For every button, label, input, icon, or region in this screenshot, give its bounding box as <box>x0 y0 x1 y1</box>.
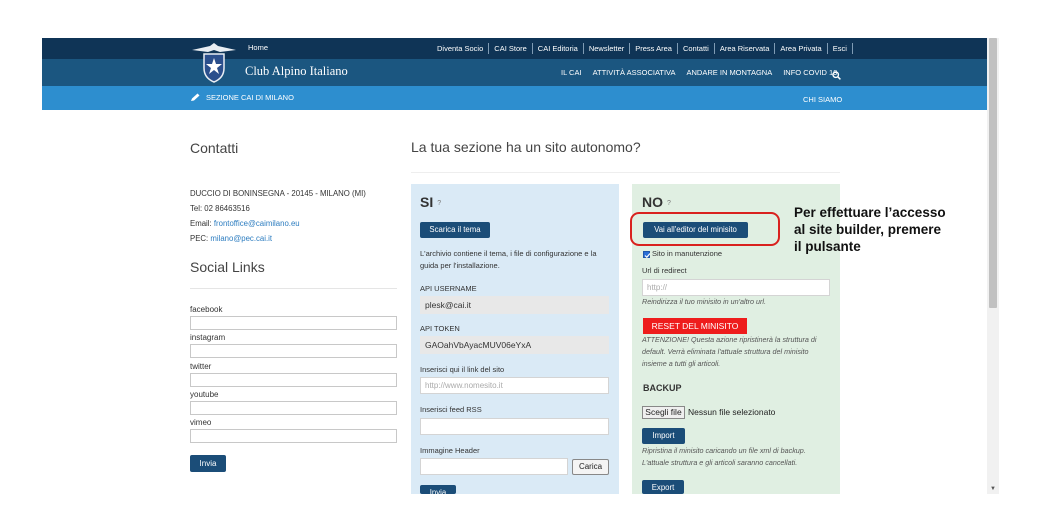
si-heading: SI? <box>420 194 441 210</box>
site-link-label: Inserisci qui il link del sito <box>420 365 505 374</box>
nav-cai-store[interactable]: CAI Store <box>489 43 533 54</box>
maintenance-checkbox[interactable] <box>643 251 651 259</box>
reset-warning: ATTENZIONE! Questa azione ripristinerà l… <box>642 334 816 370</box>
contact-address: DUCCIO DI BONINSEGNA - 20145 - MILANO (M… <box>190 189 366 198</box>
section-label: SEZIONE CAI DI MILANO <box>206 93 294 102</box>
pec-prefix: PEC: <box>190 234 211 243</box>
contact-email-row: Email: frontoffice@caimilano.eu <box>190 216 366 231</box>
section-title[interactable]: SEZIONE CAI DI MILANO <box>190 93 294 102</box>
api-username-value: plesk@cai.it <box>420 296 609 314</box>
import-hint-line: Ripristina il minisito caricando un file… <box>642 446 806 455</box>
home-link[interactable]: Home <box>248 43 268 52</box>
api-token-label: API TOKEN <box>420 324 460 333</box>
brand-name[interactable]: Club Alpino Italiano <box>245 64 348 79</box>
contatti-title: Contatti <box>190 140 239 156</box>
redirect-label: Url di redirect <box>642 266 687 275</box>
si-description-line: L'archivio contiene il tema, i file di c… <box>420 249 597 258</box>
warning-line: insieme a tutti gli articoli. <box>642 359 721 368</box>
scroll-down-arrow-icon[interactable]: ▼ <box>990 486 996 492</box>
maintenance-label[interactable]: Sito in manutenzione <box>652 248 722 260</box>
si-heading-text: SI <box>420 194 434 210</box>
header-image-label: Immagine Header <box>420 446 480 455</box>
nav-contatti[interactable]: Contatti <box>678 43 715 54</box>
site-link-input[interactable]: http://www.nomesito.it <box>420 377 609 394</box>
scrollbar[interactable]: ▼ <box>987 38 999 494</box>
si-description-line: guida per l'installazione. <box>420 261 500 270</box>
si-description: L'archivio contiene il tema, i file di c… <box>420 248 597 272</box>
reset-minisite-button[interactable]: RESET DEL MINISITO <box>643 318 747 334</box>
upload-button[interactable]: Carica <box>572 459 609 475</box>
callout-line: Per effettuare l’accesso <box>794 205 946 220</box>
section-bar <box>42 86 987 110</box>
chi-siamo-link[interactable]: CHI SIAMO <box>803 95 842 104</box>
contact-info: DUCCIO DI BONINSEGNA - 20145 - MILANO (M… <box>190 186 366 246</box>
import-button[interactable]: Import <box>642 428 685 444</box>
search-icon[interactable] <box>832 67 841 80</box>
email-link[interactable]: frontoffice@caimilano.eu <box>214 219 300 228</box>
instagram-input[interactable] <box>190 344 397 358</box>
redirect-hint: Reindirizza il tuo minisito in un'altro … <box>642 297 767 306</box>
facebook-input[interactable] <box>190 316 397 330</box>
nav-cai-editoria[interactable]: CAI Editoria <box>533 43 584 54</box>
file-status: Nessun file selezionato <box>688 407 776 417</box>
pencil-icon <box>190 93 201 102</box>
warning-line: ATTENZIONE! Questa azione ripristinerà l… <box>642 335 817 344</box>
page: Home Club Alpino Italiano Diventa Socio … <box>0 0 1042 530</box>
youtube-label: youtube <box>190 390 219 399</box>
vimeo-label: vimeo <box>190 418 212 427</box>
contact-tel: Tel: 02 86463516 <box>190 204 250 213</box>
no-heading-text: NO <box>642 194 663 210</box>
page-title: La tua sezione ha un sito autonomo? <box>411 139 641 155</box>
nav-diventa-socio[interactable]: Diventa Socio <box>437 43 490 54</box>
header-image-input[interactable] <box>420 458 568 475</box>
nav-info-covid[interactable]: INFO COVID 19 <box>783 68 837 77</box>
choose-file-button[interactable]: Scegli file <box>642 406 685 419</box>
cai-logo[interactable] <box>190 42 238 84</box>
twitter-label: twitter <box>190 362 212 371</box>
rss-label: Inserisci feed RSS <box>420 405 482 414</box>
divider <box>190 288 397 289</box>
instagram-label: instagram <box>190 333 226 342</box>
pec-link[interactable]: milano@pec.cai.it <box>210 234 272 243</box>
facebook-label: facebook <box>190 305 223 314</box>
nav-il-cai[interactable]: IL CAI <box>561 68 582 77</box>
divider <box>411 172 840 173</box>
redirect-input[interactable]: http:// <box>642 279 830 296</box>
callout-line: al site builder, premere <box>794 222 942 237</box>
warning-line: default. Verrà eliminata l'attuale strut… <box>642 347 809 356</box>
nav-andare-in-montagna[interactable]: ANDARE IN MONTAGNA <box>687 68 773 77</box>
contact-pec-row: PEC: milano@pec.cai.it <box>190 231 366 246</box>
si-submit-button[interactable]: Invia <box>420 485 456 494</box>
help-icon[interactable]: ? <box>667 200 671 207</box>
email-prefix: Email: <box>190 219 214 228</box>
nav-area-riservata[interactable]: Area Riservata <box>715 43 776 54</box>
nav-attivita-associativa[interactable]: ATTIVITÀ ASSOCIATIVA <box>593 68 676 77</box>
import-hint-line: L'attuale struttura e gli articoli saran… <box>642 458 798 467</box>
scrollbar-thumb[interactable] <box>989 38 997 308</box>
api-username-label: API USERNAME <box>420 284 477 293</box>
import-hint: Ripristina il minisito caricando un file… <box>642 445 806 469</box>
nav-press-area[interactable]: Press Area <box>630 43 678 54</box>
social-submit-button[interactable]: Invia <box>190 455 226 472</box>
nav-area-privata[interactable]: Area Privata <box>775 43 828 54</box>
help-icon[interactable]: ? <box>437 200 441 207</box>
vimeo-input[interactable] <box>190 429 397 443</box>
callout-line: il pulsante <box>794 239 861 254</box>
social-links-title: Social Links <box>190 259 265 275</box>
api-token-value: GAOahVbAyacMUV06eYxA <box>420 336 609 354</box>
top-nav: Diventa Socio CAI Store CAI Editoria New… <box>437 43 853 54</box>
main-nav: IL CAI ATTIVITÀ ASSOCIATIVA ANDARE IN MO… <box>561 68 848 77</box>
no-heading: NO? <box>642 194 671 210</box>
export-button[interactable]: Export <box>642 480 684 494</box>
callout-annotation: Per effettuare l’accesso al site builder… <box>794 204 984 255</box>
backup-label: BACKUP <box>643 383 682 393</box>
nav-esci[interactable]: Esci <box>828 43 853 54</box>
youtube-input[interactable] <box>190 401 397 415</box>
highlight-ring <box>630 212 780 246</box>
rss-input[interactable] <box>420 418 609 435</box>
twitter-input[interactable] <box>190 373 397 387</box>
nav-newsletter[interactable]: Newsletter <box>584 43 631 54</box>
download-theme-button[interactable]: Scarica il tema <box>420 222 490 238</box>
